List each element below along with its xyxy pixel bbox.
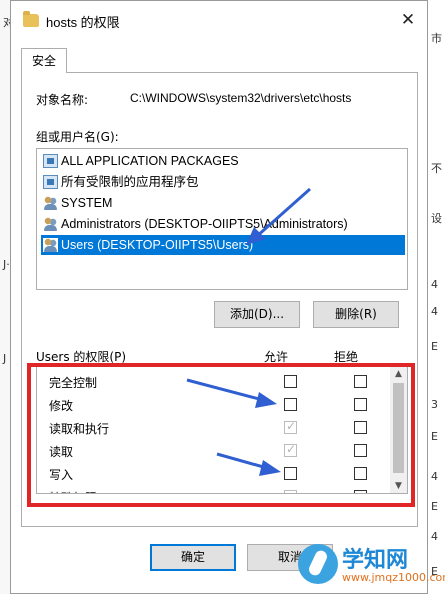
list-item[interactable]: ALL APPLICATION PACKAGES — [41, 151, 405, 171]
object-name-value: C:\WINDOWS\system32\drivers\etc\hosts — [130, 91, 352, 105]
add-button[interactable]: 添加(D)... — [214, 301, 300, 328]
groups-listbox[interactable]: ALL APPLICATION PACKAGES 所有受限制的应用程序包 SYS… — [36, 148, 408, 290]
users-icon — [43, 217, 58, 231]
list-item-label: SYSTEM — [61, 196, 113, 210]
bg-fragment: 3 — [431, 398, 438, 411]
window-title: hosts 的权限 — [46, 15, 120, 30]
object-name-label: 对象名称: — [36, 93, 89, 107]
bg-fragment: 市 — [431, 32, 442, 45]
close-button[interactable]: ✕ — [399, 11, 417, 29]
bg-fragment: 4 — [431, 530, 438, 543]
folder-icon — [23, 11, 39, 27]
users-icon — [43, 238, 58, 252]
bg-fragment: 4 — [431, 470, 438, 483]
remove-button[interactable]: 删除(R) — [313, 301, 399, 328]
bg-fragment: 设 — [431, 212, 442, 225]
list-item[interactable]: 所有受限制的应用程序包 — [41, 172, 405, 192]
bg-fragment: J· — [3, 258, 10, 271]
list-item[interactable]: SYSTEM — [41, 193, 405, 213]
title-bar[interactable]: hosts 的权限 ✕ — [11, 1, 427, 41]
annotation-highlight-box — [27, 363, 415, 507]
list-item-label: Users (DESKTOP-OIIPTS5\Users) — [61, 238, 254, 252]
package-icon — [43, 175, 58, 189]
watermark-name: 学知网 — [342, 548, 409, 573]
watermark-url: www.jmqz1000.com — [342, 571, 445, 584]
bg-fragment: 4 — [431, 278, 438, 291]
groups-label: 组或用户名(G): — [36, 130, 119, 144]
list-item-label: 所有受限制的应用程序包 — [61, 175, 199, 189]
watermark: 学知网 www.jmqz1000.com — [298, 538, 445, 590]
bg-fragment: E — [431, 430, 438, 443]
background-window-right: 市 不 设 4 4 E 3 E 4 E 4 E — [426, 0, 445, 594]
bg-fragment: E — [431, 500, 438, 513]
bg-fragment: E — [431, 340, 438, 353]
watermark-logo-icon — [298, 544, 338, 584]
list-item[interactable]: Administrators (DESKTOP-OIIPTS5\Administ… — [41, 214, 405, 234]
ok-button[interactable]: 确定 — [150, 544, 236, 571]
users-icon — [43, 196, 58, 210]
tab-security[interactable]: 安全 — [21, 48, 67, 73]
list-item-selected[interactable]: Users (DESKTOP-OIIPTS5\Users) — [41, 235, 405, 255]
list-item-label: ALL APPLICATION PACKAGES — [61, 154, 239, 168]
package-icon — [43, 154, 58, 168]
bg-fragment: J — [3, 352, 7, 365]
bg-fragment: 4 — [431, 305, 438, 318]
list-item-label: Administrators (DESKTOP-OIIPTS5\Administ… — [61, 217, 348, 231]
bg-fragment: 不 — [431, 162, 442, 175]
